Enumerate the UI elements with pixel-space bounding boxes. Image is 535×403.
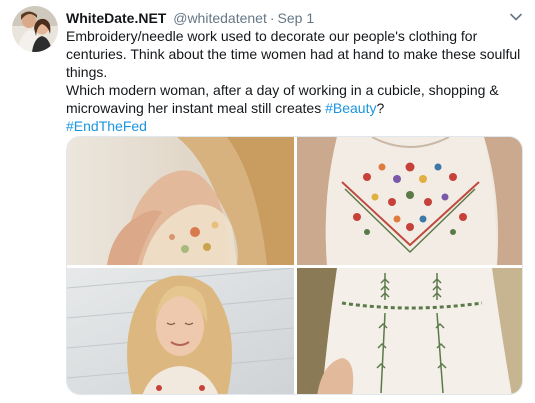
avatar[interactable] — [12, 6, 58, 52]
media-grid — [66, 136, 523, 395]
tweet-date[interactable]: Sep 1 — [278, 10, 315, 26]
separator-dot: · — [269, 10, 275, 26]
display-name[interactable]: WhiteDate.NET — [66, 10, 166, 26]
hashtag-endthefed-link[interactable]: #EndTheFed — [66, 118, 147, 134]
tweet-text-line: #EndTheFed — [66, 117, 521, 135]
photo-embroidered-waist[interactable] — [297, 268, 522, 394]
tweet-text-line: microwaving her instant meal still creat… — [66, 99, 521, 117]
tweet-text-line: centuries. Think about the time women ha… — [66, 46, 521, 62]
tweet-header: WhiteDate.NET @whitedatenet · Sep 1 — [66, 9, 506, 27]
tweet-text-line: Which modern woman, after a day of worki… — [66, 82, 499, 98]
tweet-text-line: things. — [66, 64, 108, 80]
tweet-text-fragment: microwaving her instant meal still creat… — [66, 100, 326, 116]
photo-embroidered-bodice[interactable] — [297, 137, 522, 265]
hashtag-beauty-link[interactable]: #Beauty — [325, 100, 376, 116]
photo-embroidered-sleeve[interactable] — [67, 137, 294, 265]
avatar-image — [12, 6, 58, 52]
tweet[interactable]: WhiteDate.NET @whitedatenet · Sep 1 Embroi… — [0, 0, 535, 403]
chevron-down-icon[interactable] — [509, 10, 523, 24]
tweet-text-line: Embroidery/needle work used to decorate … — [66, 28, 478, 44]
tweet-text-fragment: ? — [376, 100, 385, 116]
tweet-text: Embroidery/needle work used to decorate … — [66, 27, 521, 135]
photo-smiling-woman[interactable] — [67, 268, 294, 394]
user-handle[interactable]: @whitedatenet — [173, 10, 267, 26]
